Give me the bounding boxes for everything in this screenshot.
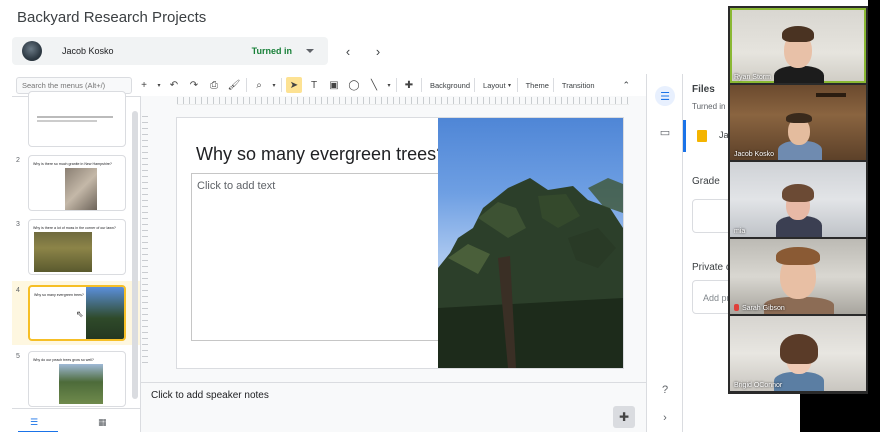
toolbar-divider [246, 78, 247, 92]
participant-name: mia [734, 228, 746, 235]
peach-tree-thumbnail-image [59, 364, 103, 404]
participant-tile[interactable]: Sarah Gibson [730, 239, 866, 314]
filmstrip-view-toggle: ☰ ▦ [12, 408, 140, 432]
slide-thumbnail[interactable]: Why so many evergreen trees? ⇖ [28, 285, 126, 341]
add-comment-icon[interactable]: ✚ [401, 77, 417, 93]
theme-button[interactable]: Theme [526, 81, 549, 90]
add-comment-button[interactable]: ✚ [613, 406, 635, 428]
evergreen-thumbnail-image [86, 287, 124, 339]
slide-editor: Why so many evergreen trees? Click to ad… [140, 96, 647, 432]
slide-thumbnail[interactable]: Why do our peach trees grow so well? [28, 351, 126, 407]
participant-tile[interactable]: Ryan Storm [730, 8, 866, 83]
status-badge: Turned in [251, 46, 292, 56]
participant-tile[interactable]: Jacob Kosko [730, 85, 866, 160]
toolbar-divider [516, 78, 518, 92]
avatar [22, 41, 42, 61]
filmstrip-view-icon[interactable]: ☰ [30, 417, 38, 428]
dropdown-arrow-icon[interactable] [306, 49, 314, 53]
next-student-icon[interactable]: › [371, 44, 385, 59]
private-comments-heading: Private c [692, 262, 731, 273]
slide-filmstrip: 2 Why is there so much granite in New Ha… [12, 91, 140, 411]
video-call-strip: Ryan Storm Jacob Kosko mia Sarah Gibson … [728, 6, 868, 394]
participant-name: Jacob Kosko [734, 151, 775, 158]
toolbar-divider [421, 78, 422, 92]
undo-icon[interactable]: ↶ [166, 77, 182, 93]
list-item[interactable]: 5 Why do our peach trees grow so well? [12, 347, 140, 411]
layout-button[interactable]: Layout [483, 81, 506, 90]
image-icon[interactable]: ▣ [326, 77, 342, 93]
thumbnail-title: Why do our peach trees grow so well? [33, 358, 94, 362]
toolbar-divider [552, 78, 554, 92]
submission-status: Turned in o [692, 102, 733, 111]
slide-number: 2 [16, 157, 20, 164]
paint-format-icon[interactable]: 🖌 [226, 77, 242, 93]
participant-name: Ryan Storm [734, 74, 771, 81]
assignment-details-icon[interactable]: ☰ [655, 86, 675, 106]
redo-icon[interactable]: ↷ [186, 77, 202, 93]
previous-student-icon[interactable]: ‹ [341, 44, 355, 59]
list-item-selected[interactable]: 4 Why so many evergreen trees? ⇖ [12, 281, 140, 345]
thumbnail-title: Why is there a lot of moss in the corner… [33, 226, 116, 230]
participant-name: Sarah Gibson [734, 304, 785, 312]
participant-tile[interactable]: Brigid OConnor [730, 316, 866, 391]
mouse-cursor-icon: ⇖ [76, 309, 84, 319]
zoom-dropdown-icon[interactable]: ▾ [271, 77, 277, 93]
screen-edge [868, 0, 880, 432]
speaker-notes[interactable]: Click to add speaker notes [151, 390, 269, 401]
comments-icon[interactable]: ▭ [655, 122, 675, 142]
thumbnail-title: Why is there so much granite in New Hamp… [33, 162, 112, 166]
body-placeholder-text: Click to add text [197, 180, 276, 192]
vertical-ruler [142, 116, 148, 368]
list-item[interactable]: 3 Why is there a lot of moss in the corn… [12, 215, 140, 279]
notes-divider[interactable] [141, 382, 647, 383]
grid-view-icon[interactable]: ▦ [98, 417, 107, 428]
files-heading: Files [692, 84, 715, 95]
student-selector[interactable]: Jacob Kosko Turned in [12, 37, 328, 65]
new-slide-dropdown-icon[interactable]: ▾ [156, 77, 162, 93]
zoom-icon[interactable]: ⌕ [251, 77, 267, 93]
granite-thumbnail-image [65, 168, 97, 210]
slide-number: 3 [16, 221, 20, 228]
slide-number: 5 [16, 353, 20, 360]
screen-edge [800, 394, 880, 432]
layout-dropdown-icon[interactable]: ▾ [507, 77, 513, 93]
expand-panel-icon[interactable]: › [655, 408, 675, 428]
text-box-icon[interactable]: T [306, 77, 322, 93]
shape-icon[interactable]: ◯ [346, 77, 362, 93]
collapse-toolbar-icon[interactable]: ⌃ [622, 80, 630, 91]
body-placeholder-box[interactable]: Click to add text [191, 173, 439, 341]
line-icon[interactable]: ╲ [366, 77, 382, 93]
evergreen-tree-photo[interactable] [438, 118, 623, 368]
moss-thumbnail-image [34, 232, 92, 272]
slide-thumbnail[interactable]: Why is there a lot of moss in the corner… [28, 219, 126, 275]
participant-tile[interactable]: mia [730, 162, 866, 237]
classroom-grading-view: Backyard Research Projects Jacob Kosko T… [0, 0, 880, 432]
slide-title[interactable]: Why so many evergreen trees? [196, 144, 446, 165]
print-icon[interactable]: ⎙ [206, 77, 222, 93]
slide-canvas[interactable]: Why so many evergreen trees? Click to ad… [177, 118, 623, 368]
toolbar-divider [396, 78, 397, 92]
student-name: Jacob Kosko [62, 46, 114, 56]
horizontal-ruler [177, 97, 629, 105]
filmstrip-scrollbar[interactable] [132, 111, 138, 399]
transition-button[interactable]: Transition [562, 81, 595, 90]
side-rail: ☰ ▭ ? › [646, 74, 682, 432]
slide-thumbnail[interactable]: Why is there so much granite in New Hamp… [28, 155, 126, 211]
thumbnail-title: Why so many evergreen trees? [34, 293, 84, 297]
list-item[interactable]: 2 Why is there so much granite in New Ha… [12, 151, 140, 215]
slide-number: 4 [16, 287, 20, 294]
mic-off-icon [734, 304, 739, 311]
background-button[interactable]: Background [430, 81, 470, 90]
list-item[interactable] [12, 91, 140, 151]
assignment-title: Backyard Research Projects [17, 9, 207, 26]
participant-name: Brigid OConnor [734, 382, 783, 389]
help-icon[interactable]: ? [655, 380, 675, 400]
grade-heading: Grade [692, 176, 720, 187]
select-cursor-icon[interactable]: ➤ [286, 77, 302, 93]
slide-thumbnail[interactable] [28, 91, 126, 147]
toolbar-divider [474, 78, 476, 92]
slides-file-icon [697, 130, 707, 142]
line-dropdown-icon[interactable]: ▾ [386, 77, 392, 93]
toolbar-divider [281, 78, 282, 92]
